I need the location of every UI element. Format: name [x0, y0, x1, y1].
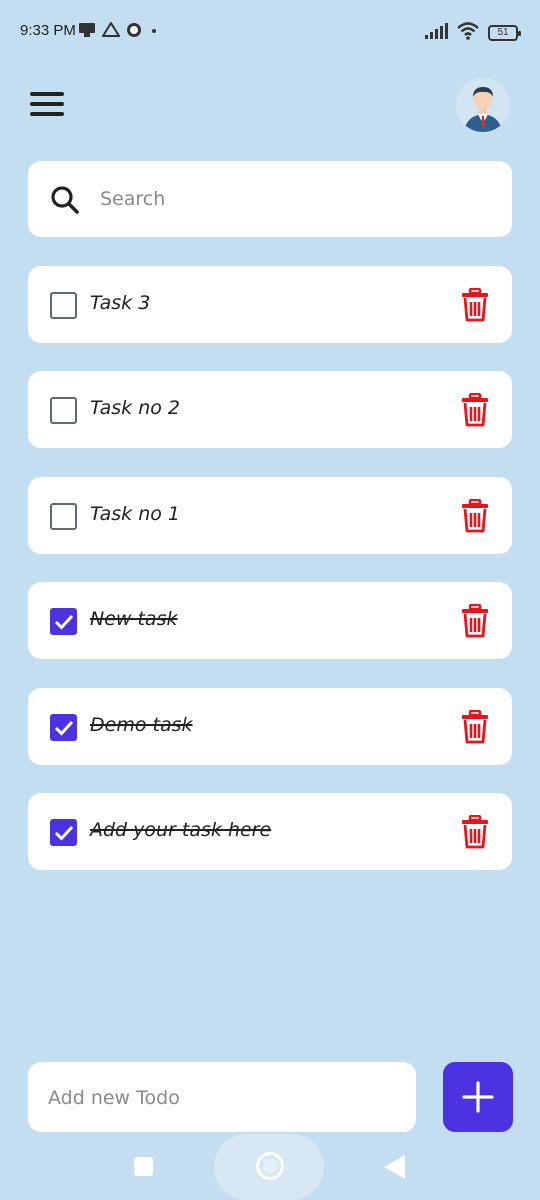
- status-bar: 9:33 PM 51: [0, 0, 540, 64]
- home-button[interactable]: [256, 1152, 284, 1180]
- todo-checkbox[interactable]: [50, 819, 77, 846]
- delete-button[interactable]: [460, 287, 490, 322]
- drive-icon: [101, 21, 121, 42]
- todo-app-screen: 9:33 PM 51 Search Task 3 Task no 2 Task …: [0, 0, 540, 1200]
- todo-item: Add your task here: [28, 793, 512, 870]
- todo-label: Task no 2: [90, 397, 180, 419]
- todo-item: Task no 1: [28, 477, 512, 554]
- new-todo-input[interactable]: [48, 1080, 398, 1116]
- checkmark-icon: [54, 614, 74, 630]
- checkmark-icon: [54, 825, 74, 841]
- todo-checkbox[interactable]: [50, 503, 77, 530]
- back-button[interactable]: [384, 1155, 405, 1179]
- trash-icon: [462, 498, 488, 533]
- todo-checkbox[interactable]: [50, 397, 77, 424]
- notification-icon: [78, 22, 96, 42]
- delete-button[interactable]: [460, 603, 490, 638]
- todo-item: Task no 2: [28, 371, 512, 448]
- trash-icon: [462, 709, 488, 744]
- delete-button[interactable]: [460, 709, 490, 744]
- todo-label: Demo task: [90, 714, 193, 736]
- recents-button[interactable]: [134, 1157, 153, 1176]
- search-icon: [50, 185, 80, 219]
- add-todo-button[interactable]: [443, 1062, 513, 1132]
- todo-label: Task 3: [90, 292, 151, 314]
- hamburger-menu-icon[interactable]: [30, 92, 68, 122]
- todo-checkbox[interactable]: [50, 608, 77, 635]
- wifi-icon: [456, 22, 480, 44]
- trash-icon: [462, 603, 488, 638]
- todo-label: New task: [90, 608, 178, 630]
- search-input[interactable]: [100, 181, 480, 217]
- todo-label: Add your task here: [90, 819, 272, 841]
- delete-button[interactable]: [460, 498, 490, 533]
- delete-button[interactable]: [460, 814, 490, 849]
- status-notification-icons: [78, 21, 160, 42]
- checkmark-icon: [54, 720, 74, 736]
- todo-item: Task 3: [28, 266, 512, 343]
- delete-button[interactable]: [460, 392, 490, 427]
- signal-icon: [424, 23, 448, 43]
- todo-item: New task: [28, 582, 512, 659]
- todo-item: Demo task: [28, 688, 512, 765]
- plus-icon: [443, 1062, 513, 1132]
- todo-label: Task no 1: [90, 503, 180, 525]
- status-system-icons: 51: [424, 22, 521, 44]
- todo-checkbox[interactable]: [50, 292, 77, 319]
- user-avatar[interactable]: [456, 78, 510, 132]
- battery-icon: 51: [488, 25, 521, 41]
- trash-icon: [462, 392, 488, 427]
- trash-icon: [462, 814, 488, 849]
- todo-checkbox[interactable]: [50, 714, 77, 741]
- whatsapp-icon: [126, 22, 142, 42]
- trash-icon: [462, 287, 488, 322]
- dot-icon: [148, 22, 160, 42]
- status-time: 9:33 PM: [20, 22, 76, 39]
